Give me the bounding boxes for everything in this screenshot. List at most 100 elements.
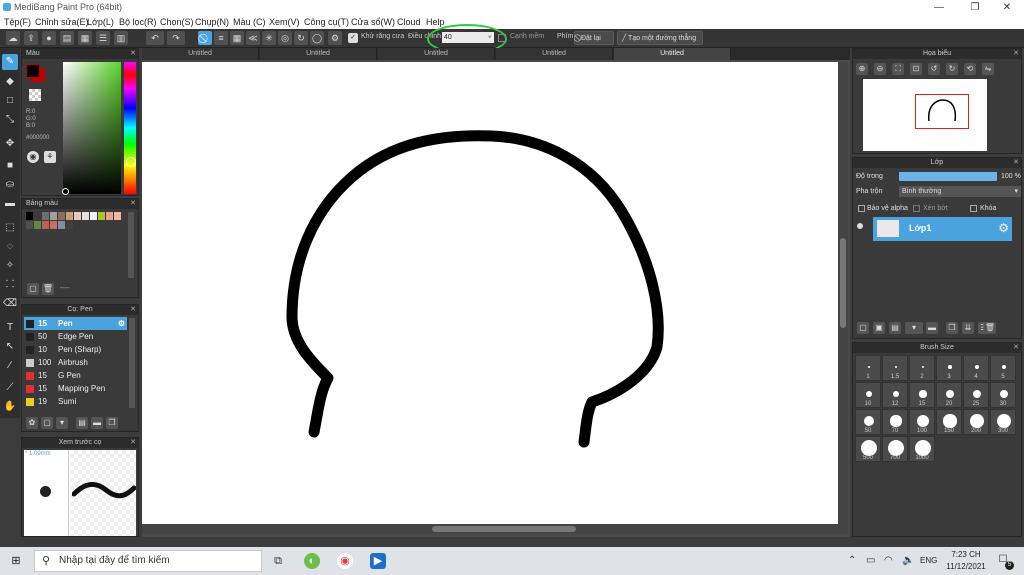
zoom-out-icon[interactable]: ⊖ <box>874 63 886 75</box>
brush-tool-icon[interactable]: ✎ <box>2 54 18 70</box>
palette-swatch[interactable] <box>114 212 121 220</box>
brush-size-cell[interactable]: 100 <box>909 409 935 435</box>
tab-untitled-5[interactable]: Untitled <box>614 48 731 60</box>
palette-swatch[interactable] <box>58 212 65 220</box>
rotate-left-icon[interactable]: ↺ <box>928 63 940 75</box>
antialias-checkbox[interactable]: ✓ <box>348 33 358 43</box>
brush-item-pen[interactable]: 15 Pen ⚙ <box>24 317 127 330</box>
opacity-slider[interactable] <box>899 172 997 181</box>
add-brush-icon[interactable]: ✿ <box>26 417 38 429</box>
hand-tool-icon[interactable]: ✋ <box>2 399 18 415</box>
magic-wand-icon[interactable]: ✧ <box>2 258 18 274</box>
brush-item-sumi[interactable]: 19 Sumi <box>24 395 127 408</box>
saturation-value-picker[interactable] <box>63 62 121 194</box>
menu-capture[interactable]: Chụp(N) <box>195 17 229 27</box>
brush-size-cell[interactable]: 15 <box>909 382 935 408</box>
delete-palette-icon[interactable]: 🗑 <box>42 283 54 295</box>
list-icon[interactable]: ☰ <box>96 31 110 45</box>
drawing-canvas[interactable] <box>142 62 838 524</box>
fit-view-icon[interactable]: ⛶ <box>892 63 904 75</box>
brush-size-cell[interactable]: 1000 <box>909 436 935 462</box>
redo-icon[interactable]: ↷ <box>167 31 185 45</box>
new-layer-icon[interactable]: ▢ <box>857 322 869 334</box>
palette-swatch[interactable] <box>66 212 73 220</box>
color-wheel-icon[interactable]: ◉ <box>27 151 39 163</box>
layer-row[interactable]: Lớp1 ⚙ <box>873 217 1012 241</box>
lock-checkbox[interactable] <box>970 205 977 212</box>
comment-icon[interactable]: ● <box>42 31 56 45</box>
chevron-up-icon[interactable]: ⌃ <box>848 555 856 566</box>
cloud-icon[interactable]: ☁ <box>6 31 20 45</box>
palette-swatch[interactable] <box>106 212 113 220</box>
eraser-tool-icon[interactable]: ◆ <box>2 74 18 90</box>
soft-edge-checkbox[interactable] <box>498 34 506 42</box>
panel-close-icon[interactable]: ✕ <box>1013 343 1019 351</box>
panel-close-icon[interactable]: ✕ <box>130 305 136 313</box>
reset-rotation-icon[interactable]: ⟲ <box>964 63 976 75</box>
wifi-icon[interactable]: ◠ <box>884 555 893 566</box>
palette-swatch[interactable] <box>58 221 65 229</box>
snap-radial-icon[interactable]: ✳ <box>262 31 276 45</box>
brush-copy-icon[interactable]: ▤ <box>76 417 88 429</box>
select-pen-icon[interactable]: ⸬ <box>2 277 18 293</box>
minimize-button[interactable]: — <box>922 0 956 15</box>
palette-swatch[interactable] <box>26 212 33 220</box>
palette-swatch[interactable] <box>26 221 33 229</box>
brush-size-cell[interactable]: 500 <box>855 436 881 462</box>
protect-alpha-checkbox[interactable] <box>858 205 865 212</box>
hue-slider[interactable] <box>124 62 136 194</box>
brush-item-mapping-pen[interactable]: 15 Mapping Pen <box>24 382 127 395</box>
panel-close-icon[interactable]: ✕ <box>130 199 136 207</box>
blend-select[interactable]: Bình thường ▾ <box>899 186 1021 197</box>
brush-size-cell[interactable]: 30 <box>990 382 1016 408</box>
battery-icon[interactable]: ▭ <box>866 555 875 566</box>
palette-swatch[interactable] <box>50 212 57 220</box>
dot-tool-icon[interactable]: ⤡ <box>2 112 18 128</box>
rotate-right-icon[interactable]: ↻ <box>946 63 958 75</box>
brush-size-cell[interactable]: 1 <box>855 355 881 381</box>
canvas-vertical-scrollbar[interactable] <box>838 62 848 534</box>
brush-size-cell[interactable]: 5 <box>990 355 1016 381</box>
close-button[interactable]: ✕ <box>990 0 1024 15</box>
snap-grid-icon[interactable]: ▦ <box>230 31 244 45</box>
layers-icon[interactable]: ▥ <box>114 31 128 45</box>
gear-icon[interactable]: ⚙ <box>118 317 125 330</box>
media-player-icon[interactable]: ▶ <box>370 553 386 569</box>
fill-rect-tool-icon[interactable]: ■ <box>2 158 18 174</box>
palette-swatch[interactable] <box>34 212 41 220</box>
color-picker-icon[interactable]: ⚘ <box>44 151 56 163</box>
straight-line-button[interactable]: ╱ Tạo một đường thẳng <box>617 31 703 45</box>
brush-size-cell[interactable]: 70 <box>882 409 908 435</box>
medibang-icon[interactable]: ◐ <box>304 553 320 569</box>
divide-tool-icon[interactable]: ⁄ <box>2 358 18 374</box>
palette-swatch[interactable] <box>74 212 81 220</box>
palette-swatch[interactable] <box>42 221 49 229</box>
language-indicator[interactable]: ENG <box>920 556 937 565</box>
snap-parallel-icon[interactable]: ≡ <box>214 31 228 45</box>
snap-circle-icon[interactable]: ◎ <box>278 31 292 45</box>
hscroll-thumb[interactable] <box>432 526 576 532</box>
zoom-in-icon[interactable]: ⊕ <box>856 63 868 75</box>
snap-curve-icon[interactable]: ↻ <box>294 31 308 45</box>
merge-layer-icon[interactable]: ⇊ <box>962 322 974 334</box>
panel-close-icon[interactable]: ✕ <box>1013 49 1019 57</box>
bucket-tool-icon[interactable]: ⛀ <box>2 177 18 193</box>
transparent-swatch[interactable] <box>29 89 41 101</box>
brush-size-cell[interactable]: 12 <box>882 382 908 408</box>
snap-perspective-icon[interactable]: ≪ <box>246 31 260 45</box>
hue-cursor[interactable] <box>126 157 136 167</box>
brush-scrollbar[interactable] <box>129 318 135 408</box>
tab-untitled-4[interactable]: Untitled <box>496 48 613 60</box>
select-eraser-icon[interactable]: ⌫ <box>2 296 18 312</box>
eyedropper-tool-icon[interactable]: ⟋ <box>2 380 18 396</box>
brush-folder-icon[interactable]: ▬ <box>91 417 103 429</box>
menu-layer[interactable]: Lớp(L) <box>87 17 114 27</box>
clock-time[interactable]: 7:23 CH <box>950 550 982 559</box>
navigator-thumbnail[interactable] <box>863 79 987 151</box>
brush-size-cell[interactable]: 3 <box>936 355 962 381</box>
upload-icon[interactable]: ⇪ <box>24 31 38 45</box>
menu-select[interactable]: Chọn(S) <box>160 17 194 27</box>
brush-item-pen-sharp[interactable]: 10 Pen (Sharp) <box>24 343 127 356</box>
new-raster-layer-icon[interactable]: ▣ <box>873 322 885 334</box>
brush-item-g-pen[interactable]: 15 G Pen <box>24 369 127 382</box>
